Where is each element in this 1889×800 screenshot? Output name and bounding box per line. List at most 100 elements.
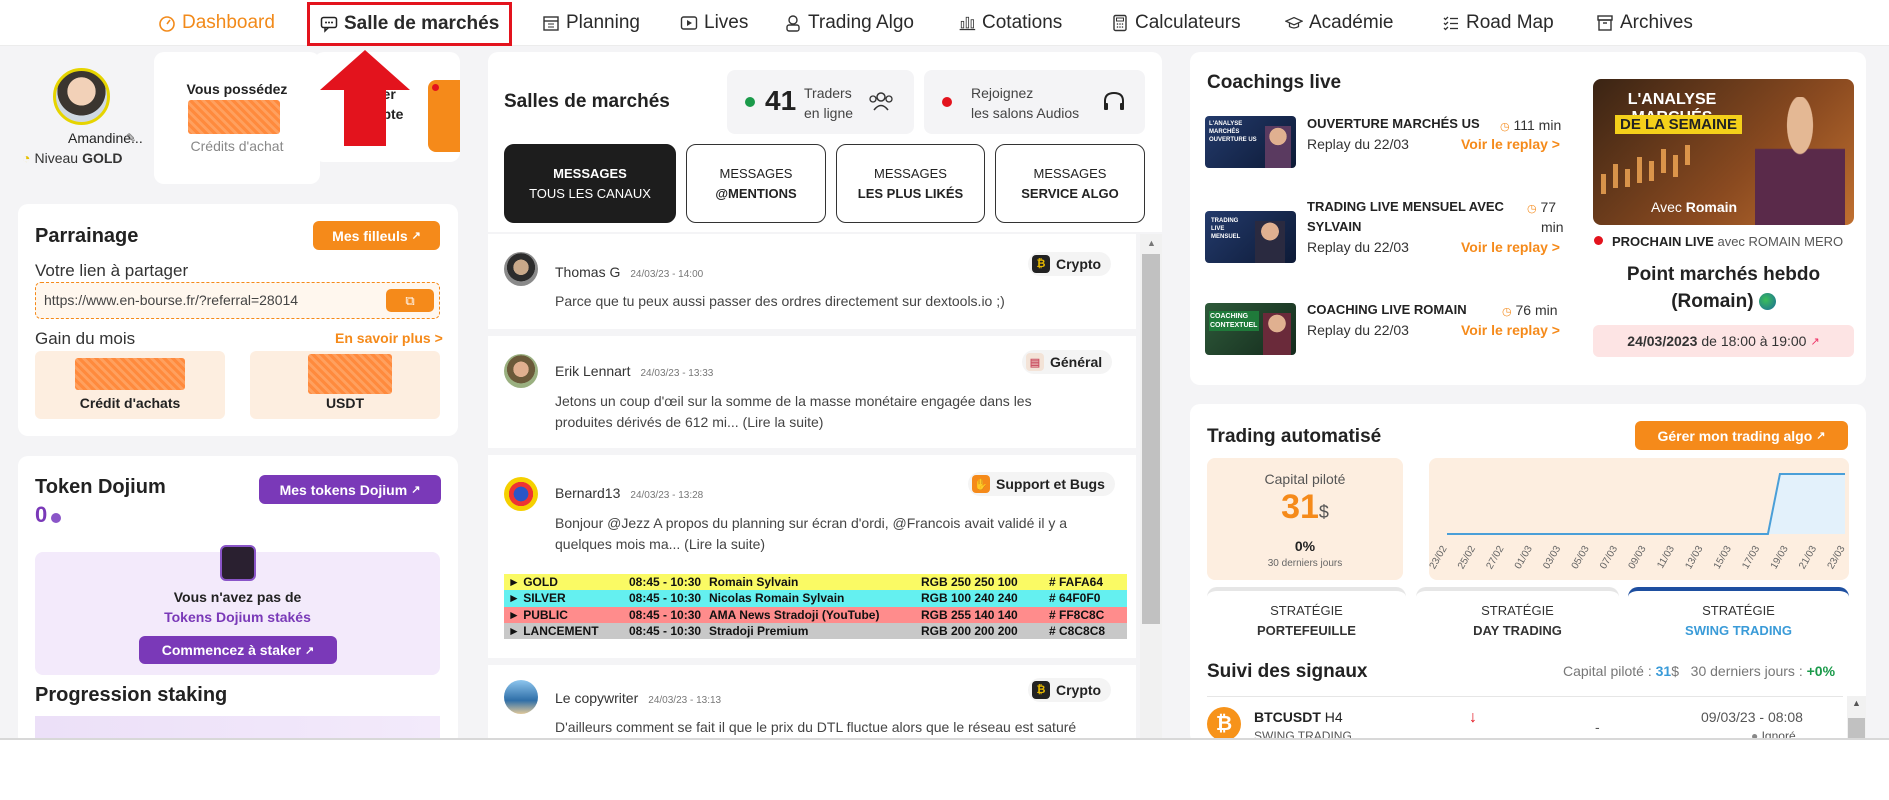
avatar[interactable]	[53, 68, 110, 125]
voir-replay-link[interactable]: Voir le replay >	[1461, 239, 1560, 255]
commencez-staker-button[interactable]: Commencez à staker ↗	[139, 636, 337, 664]
mes-filleuls-button[interactable]: Mes filleuls ↗	[313, 221, 440, 250]
nav-dashboard[interactable]: Dashboard	[158, 10, 275, 36]
messages-scrollbar[interactable]: ▲	[1140, 234, 1162, 740]
token-card: Token Dojium Mes tokens Dojium ↗ 0 Vous n…	[18, 456, 458, 740]
strategy-line2: PORTEFEUILLE	[1257, 622, 1356, 638]
mes-tokens-button[interactable]: Mes tokens Dojium ↗	[259, 475, 441, 504]
channel-badge[interactable]: ▤ Général	[1022, 350, 1113, 374]
scroll-up-icon[interactable]: ▲	[1147, 238, 1156, 248]
tab-tous-les-canaux[interactable]: MESSAGES TOUS LES CANAUX	[504, 144, 676, 223]
message-item[interactable]: Bernard13 24/03/23 - 13:28 ✋ Support et Bu…	[488, 455, 1136, 658]
voir-replay-link[interactable]: Voir le replay >	[1461, 136, 1560, 152]
gauge-icon	[158, 14, 176, 32]
message-header: Thomas G 24/03/23 - 14:00	[555, 264, 703, 280]
users-icon	[867, 90, 895, 117]
nav-lives[interactable]: Lives	[680, 10, 748, 36]
empty-area	[0, 740, 1889, 800]
planning-who: AMA News Stradoji (YouTube)	[709, 608, 880, 622]
token-title: Token Dojium	[35, 476, 166, 498]
coaching-thumbnail[interactable]: L'ANALYSE MARCHÉS OUVERTURE US	[1205, 116, 1296, 168]
next-live-date-day: 24/03/2023	[1627, 333, 1698, 349]
signal-row[interactable]: ₿ BTCUSDT H4 SWING TRADING ↓ - 09/03/23 …	[1207, 696, 1843, 740]
coaching-thumbnail[interactable]: COACHING CONTEXTUEL	[1205, 303, 1296, 355]
planning-name: ► GOLD	[508, 575, 558, 589]
coaching-thumbnail[interactable]: TRADING LIVE MENSUEL	[1205, 211, 1296, 263]
gerer-trading-algo-button[interactable]: Gérer mon trading algo ↗	[1635, 421, 1848, 450]
coaching-item[interactable]: L'ANALYSE MARCHÉS OUVERTURE US OUVERTURE…	[1205, 111, 1568, 176]
capital-pct: 0%	[1294, 538, 1316, 554]
nav-label: Trading Algo	[808, 12, 914, 33]
coaching-item[interactable]: TRADING LIVE MENSUEL TRADING LIVE MENSUE…	[1205, 192, 1568, 276]
scrollbar-thumb[interactable]	[1848, 718, 1865, 740]
planning-hex: # 64F0F0	[1049, 591, 1101, 605]
coaching-duration-unit: min	[1541, 219, 1564, 235]
referral-link-field[interactable]: https://www.en-bourse.fr/?referral=28014…	[35, 282, 440, 319]
coaching-title: TRADING LIVE MENSUEL AVEC	[1307, 199, 1504, 214]
coaching-item[interactable]: COACHING CONTEXTUEL COACHING LIVE ROMAIN…	[1205, 295, 1568, 365]
nav-road-map[interactable]: Road Map	[1442, 10, 1554, 36]
level-icon: ◔	[22, 150, 31, 166]
progression-grid	[35, 716, 440, 740]
presenter-photo	[1755, 97, 1845, 225]
play-icon	[680, 14, 698, 32]
tab-plus-likes[interactable]: MESSAGES LES PLUS LIKÉS	[836, 144, 985, 223]
recharge-tile[interactable]	[428, 80, 460, 152]
staking-empty-box: Vous n'avez pas de Tokens Dojium stakés …	[35, 545, 440, 675]
en-savoir-plus-link[interactable]: En savoir plus >	[335, 330, 443, 346]
parrainage-card: Parrainage Mes filleuls ↗ Votre lien à pa…	[18, 204, 458, 436]
tab-mentions[interactable]: MESSAGES @MENTIONS	[686, 144, 826, 223]
nav-trading-algo[interactable]: Trading Algo	[784, 10, 914, 36]
chart-area	[1447, 474, 1845, 534]
copy-icon[interactable]: ⧉	[386, 289, 434, 312]
featured-live-image[interactable]: L'ANALYSE MARCHÉS DE LA SEMAINE Avec Rom…	[1593, 79, 1854, 225]
message-item[interactable]: Le copywriter 24/03/23 - 13:13 ₿ Crypto D'…	[488, 665, 1136, 740]
message-text: D'ailleurs comment se fait il que le pri…	[555, 719, 1077, 735]
nav-planning[interactable]: Planning	[542, 10, 640, 36]
x-tick-label: 15/03	[1712, 544, 1734, 572]
tab-line1: MESSAGES	[874, 165, 947, 181]
presenter-image	[1263, 313, 1291, 355]
next-live-date[interactable]: 24/03/2023 de 18:00 à 19:00 ↗	[1593, 325, 1854, 357]
x-tick-label: 27/02	[1484, 544, 1506, 572]
planning-row: ► PUBLIC 08:45 - 10:30 AMA News Stradoji…	[504, 607, 1127, 623]
scroll-up-icon[interactable]: ▲	[1852, 698, 1861, 708]
coachings-title: Coachings live	[1207, 72, 1342, 93]
nav-label: Dashboard	[182, 12, 275, 33]
duration-value: 111 min	[1513, 117, 1562, 133]
nav-cotations[interactable]: Cotations	[958, 10, 1062, 36]
scrollbar-thumb[interactable]	[1142, 254, 1160, 624]
audio-salons-box[interactable]: Rejoignez les salons Audios	[924, 70, 1145, 134]
x-tick-label: 03/03	[1541, 544, 1563, 572]
traders-count: 41	[765, 85, 797, 116]
voir-replay-link[interactable]: Voir le replay >	[1461, 322, 1560, 338]
message-item[interactable]: Erik Lennart 24/03/23 - 13:33 ▤ Général Je…	[488, 336, 1136, 448]
avatar	[504, 354, 538, 388]
channel-badge[interactable]: ₿ Crypto	[1028, 678, 1112, 702]
strategy-portefeuille[interactable]: STRATÉGIE PORTEFEUILLE	[1207, 587, 1406, 650]
nav-calculateurs[interactable]: Calculateurs	[1111, 10, 1241, 36]
strategy-day-trading[interactable]: STRATÉGIE DAY TRADING	[1416, 587, 1619, 650]
channel-badge[interactable]: ₿ Crypto	[1028, 252, 1112, 276]
token-coin-icon	[51, 513, 62, 523]
coaching-title: COACHING LIVE ROMAIN	[1307, 302, 1467, 317]
gain-box-credits: Crédit d'achats	[35, 351, 225, 419]
message-author: Thomas G	[555, 264, 621, 280]
strategy-swing-trading[interactable]: STRATÉGIE SWING TRADING	[1628, 587, 1849, 650]
pencil-icon[interactable]: ✎	[126, 131, 136, 145]
channel-badge[interactable]: ✋ Support et Bugs	[968, 472, 1115, 496]
coaching-title-continued: SYLVAIN	[1307, 219, 1362, 234]
next-live-presenter: avec ROMAIN MERO	[1717, 234, 1844, 249]
nav-label: Road Map	[1466, 12, 1554, 33]
progression-title: Progression staking	[35, 684, 228, 706]
planning-hex: # FAFA64	[1049, 575, 1104, 589]
strategy-line1: STRATÉGIE	[1481, 602, 1554, 618]
signals-scrollbar[interactable]: ▲	[1847, 696, 1866, 740]
nav-archives[interactable]: Archives	[1596, 10, 1693, 36]
message-item[interactable]: Thomas G 24/03/23 - 14:00 ₿ Crypto Parce q…	[488, 234, 1136, 329]
external-link-icon: ↗	[411, 230, 421, 242]
planning-table-image[interactable]: ► GOLD 08:45 - 10:30 Romain Sylvain RGB …	[504, 574, 1127, 640]
nav-academie[interactable]: Académie	[1285, 10, 1394, 36]
nav-salle-de-marches[interactable]: Salle de marchés	[307, 2, 513, 46]
tab-service-algo[interactable]: MESSAGES SERVICE ALGO	[995, 144, 1145, 223]
